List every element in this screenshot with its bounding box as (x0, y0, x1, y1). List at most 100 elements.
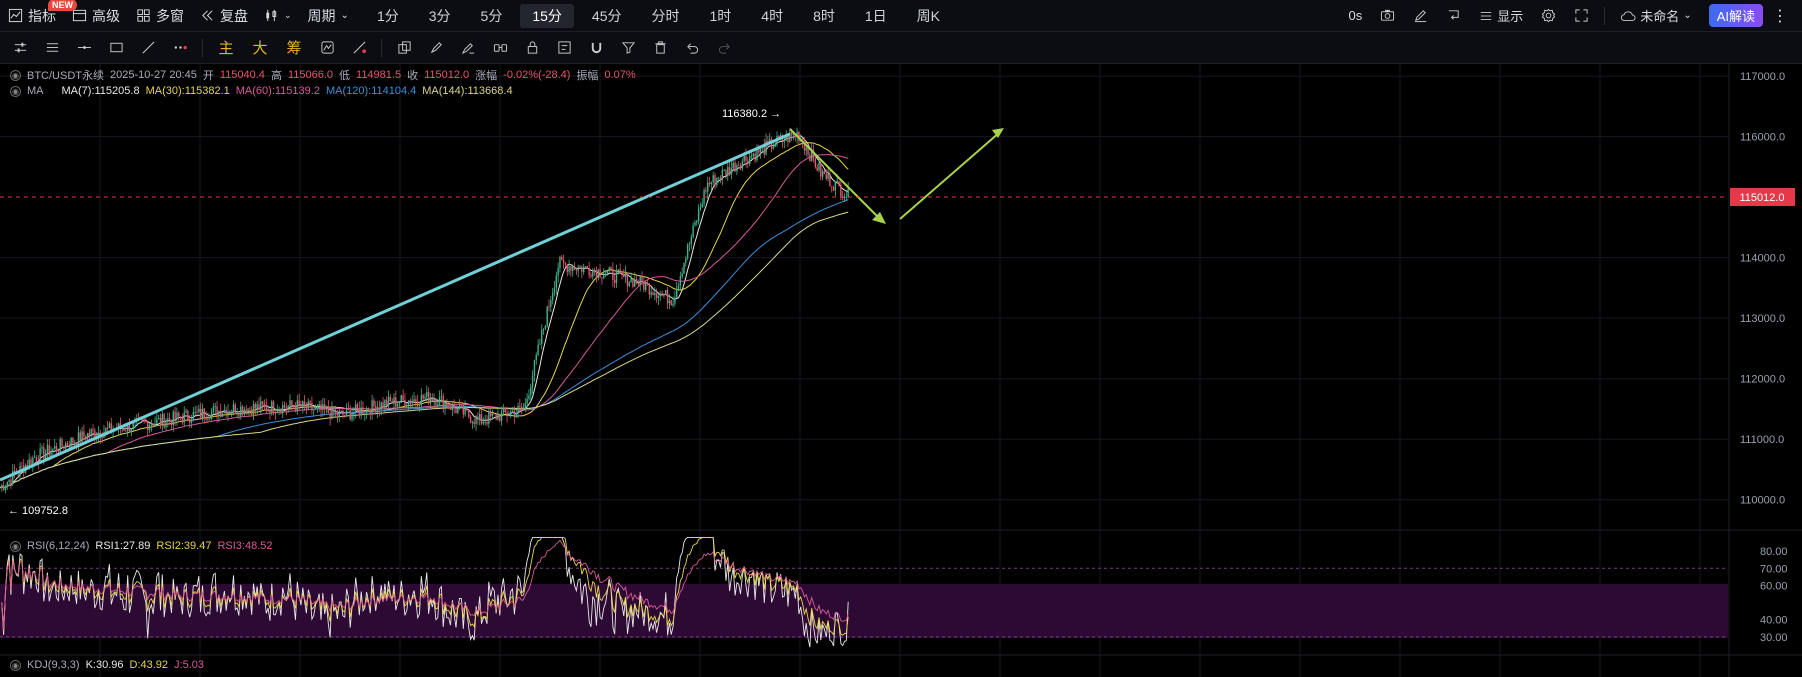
down-arrow-line[interactable] (789, 128, 881, 220)
candle-body (825, 174, 827, 179)
chart-type-button[interactable]: ⌄ (256, 0, 300, 32)
interval-tab[interactable]: 8时 (801, 4, 847, 28)
filter-tool[interactable] (612, 32, 644, 64)
candle-body (546, 306, 548, 326)
eye-icon[interactable]: ◉ (10, 540, 21, 552)
hline-tool[interactable] (36, 32, 68, 64)
multiwindow-button[interactable]: 多窗 (128, 0, 192, 32)
replay-button[interactable]: 复盘 (192, 0, 256, 32)
template-tool[interactable] (548, 32, 580, 64)
candle-body (626, 272, 629, 286)
candle-body (420, 394, 423, 406)
candle-body (283, 405, 286, 408)
interval-tab[interactable]: 1日 (853, 4, 899, 28)
candle-body (668, 300, 671, 304)
edit-button[interactable] (1404, 0, 1437, 32)
interval-tab[interactable]: 15分 (520, 3, 574, 28)
candle-body (396, 403, 399, 407)
candle-body (274, 413, 277, 414)
interval-tab[interactable]: 45分 (580, 4, 634, 28)
interval-tab[interactable]: 1时 (697, 4, 743, 28)
delete-tool[interactable] (644, 32, 676, 64)
candle-body (613, 279, 616, 283)
big-order-button[interactable]: 大 (243, 32, 277, 64)
more-tools-button[interactable] (164, 32, 196, 64)
candle-body (123, 428, 125, 431)
eye-icon[interactable]: ◉ (10, 69, 21, 81)
magnet-icon (591, 42, 601, 54)
pattern-tool[interactable] (311, 32, 343, 64)
settings-button[interactable] (1532, 0, 1565, 32)
up-arrow-line[interactable] (899, 131, 1001, 220)
layout-dropdown[interactable]: 未命名 ⌄ (1611, 0, 1700, 32)
chip-distribution-button[interactable]: 筹 (277, 32, 311, 64)
horizontal-line-tool[interactable] (68, 32, 100, 64)
candle-body (809, 154, 811, 162)
more-icon: ⋮ (1772, 7, 1788, 25)
highlighter-tool[interactable] (452, 32, 484, 64)
redo-button[interactable] (708, 32, 740, 64)
candle-body (832, 187, 835, 191)
candle-body (502, 407, 505, 412)
candle-body (406, 405, 408, 407)
candle-body (475, 416, 477, 424)
candle-body (772, 146, 775, 149)
candle-body (469, 417, 472, 423)
candle-body (612, 269, 614, 280)
interval-tab[interactable]: 4时 (749, 4, 795, 28)
candle-body (247, 408, 249, 414)
link-tool[interactable] (484, 32, 516, 64)
candle-body (597, 269, 599, 278)
interval-tab[interactable]: 分时 (639, 4, 691, 28)
candle-body (559, 257, 561, 268)
indicator-button[interactable]: 指标 NEW (0, 0, 77, 32)
candle-body (562, 259, 565, 263)
chart-canvas[interactable]: 117000.0 116000.0 114000.0 113000.0 112000.0… (0, 64, 1802, 677)
candle-body (41, 447, 43, 449)
candle-body (433, 398, 435, 401)
candle-body (300, 404, 302, 407)
ai-interpret-button[interactable]: AI解读 (1708, 4, 1763, 27)
candle-body (402, 395, 404, 400)
candle-body (382, 402, 384, 409)
candle-body (365, 408, 368, 414)
candle-body (670, 300, 672, 306)
candle-body (603, 275, 605, 279)
measure-tool[interactable] (343, 32, 375, 64)
candle-body (54, 446, 56, 449)
candle-body (685, 258, 687, 263)
interval-tab[interactable]: 3分 (417, 4, 463, 28)
trendline-tool[interactable] (132, 32, 164, 64)
lock-tool[interactable] (516, 32, 548, 64)
fullscreen-button[interactable] (1565, 0, 1598, 32)
rectangle-tool[interactable] (100, 32, 132, 64)
candle-body (426, 391, 428, 398)
magnet-tool[interactable] (580, 32, 612, 64)
candle-body (623, 273, 625, 277)
undo-layout-button[interactable] (1437, 0, 1470, 32)
brush-tool[interactable] (420, 32, 452, 64)
candle-body (805, 147, 807, 151)
candle-body (307, 401, 309, 409)
candle-body (387, 396, 390, 406)
interval-tab[interactable]: 1分 (365, 4, 411, 28)
current-price-value: 115012.0 (1739, 192, 1784, 204)
interval-tab[interactable]: 周K (905, 4, 952, 28)
period-dropdown[interactable]: 周期 ⌄ (300, 0, 357, 32)
copy-tool[interactable] (388, 32, 420, 64)
undo-button[interactable] (676, 32, 708, 64)
candle-body (90, 429, 92, 436)
eye-icon[interactable]: ◉ (10, 85, 21, 97)
interval-tab[interactable]: 5分 (469, 4, 515, 28)
more-button[interactable]: ⋮ (1763, 0, 1802, 32)
display-button[interactable]: 显示 (1470, 0, 1532, 32)
candle-body (504, 407, 506, 413)
candle-body (344, 414, 346, 416)
camera-button[interactable] (1371, 0, 1404, 32)
toggle-tools-button[interactable] (4, 32, 36, 64)
ruler-icon (353, 41, 366, 54)
candle-body (404, 399, 406, 407)
trend-line[interactable] (0, 132, 791, 482)
main-indicator-button[interactable]: 主 (209, 32, 243, 64)
eye-icon[interactable]: ◉ (10, 659, 21, 671)
